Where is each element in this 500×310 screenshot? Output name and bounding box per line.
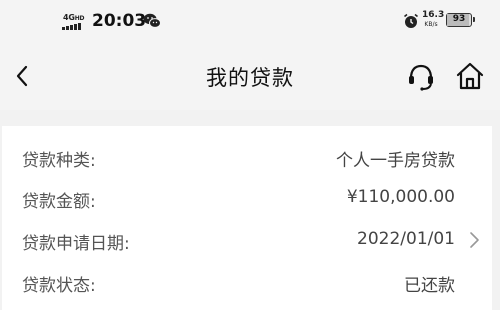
network-speed-value: 16.3 bbox=[422, 10, 445, 20]
loan-amount-row: 贷款金额: ¥110,000.00 bbox=[2, 177, 492, 217]
navigation-bar: 我的贷款 bbox=[0, 44, 500, 110]
loan-type-row: 贷款种类: 个人一手房贷款 bbox=[2, 136, 492, 176]
loan-amount-value: ¥110,000.00 bbox=[346, 187, 455, 207]
loan-status-value: 已还款 bbox=[404, 276, 455, 296]
wechat-icon bbox=[143, 13, 161, 28]
status-time: 20:03 bbox=[92, 11, 147, 31]
chevron-right-icon[interactable] bbox=[466, 231, 482, 249]
loan-application-date-label: 贷款申请日期: bbox=[22, 234, 130, 254]
loan-type-label: 贷款种类: bbox=[22, 151, 96, 171]
loan-status-row: 贷款状态: 已还款 bbox=[2, 261, 492, 301]
home-icon[interactable] bbox=[454, 60, 486, 92]
loan-amount-label: 贷款金额: bbox=[22, 192, 96, 212]
network-speed: 16.3 KB/s bbox=[422, 10, 445, 29]
network-type: 4GHD bbox=[63, 13, 85, 22]
network-speed-unit: KB/s bbox=[424, 21, 438, 28]
loan-type-value: 个人一手房贷款 bbox=[336, 151, 455, 171]
battery-level: 93 bbox=[452, 14, 466, 24]
loan-details-card: 贷款种类: 个人一手房贷款 贷款金额: ¥110,000.00 贷款申请日期: … bbox=[2, 126, 492, 310]
signal-icon bbox=[62, 23, 81, 30]
page-title: 我的贷款 bbox=[206, 66, 294, 90]
loan-application-date-row[interactable]: 贷款申请日期: 2022/01/01 bbox=[2, 219, 492, 259]
back-chevron-icon[interactable] bbox=[10, 63, 36, 89]
alarm-icon bbox=[404, 13, 418, 28]
customer-service-headset-icon[interactable] bbox=[406, 62, 436, 92]
loan-application-date-value: 2022/01/01 bbox=[357, 229, 455, 249]
signal-indicator: 4GHD bbox=[62, 13, 88, 31]
status-bar: 4GHD 20:03 16.3 KB/s 93 bbox=[0, 0, 500, 44]
loan-status-label: 贷款状态: bbox=[22, 276, 96, 296]
battery-icon: 93 bbox=[446, 13, 475, 27]
